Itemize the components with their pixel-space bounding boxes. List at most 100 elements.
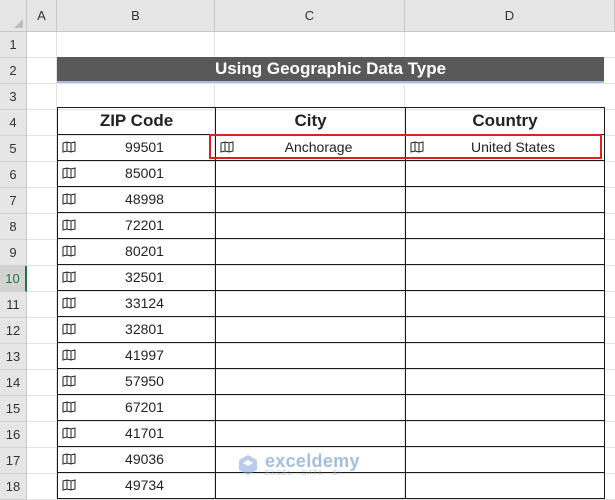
row-header-5[interactable]: 5 — [0, 136, 27, 162]
row-header-7[interactable]: 7 — [0, 188, 27, 214]
row-header-10[interactable]: 10 — [0, 266, 27, 292]
city-cell[interactable] — [215, 420, 406, 447]
country-cell[interactable] — [405, 212, 605, 239]
zip-code-cell-value: 41997 — [125, 347, 164, 363]
zip-code-cell-value: 48998 — [125, 191, 164, 207]
row-header-2[interactable]: 2 — [0, 58, 27, 84]
city-cell[interactable] — [215, 238, 406, 265]
country-cell[interactable] — [405, 264, 605, 291]
city-cell-value: Anchorage — [284, 139, 353, 155]
row-header-11[interactable]: 11 — [0, 292, 27, 318]
table-row: 67201 — [57, 394, 605, 421]
country-cell[interactable] — [405, 290, 605, 317]
row-header-6[interactable]: 6 — [0, 162, 27, 188]
row-header-1[interactable]: 1 — [0, 32, 27, 58]
zip-code-cell[interactable]: 48998 — [57, 186, 216, 213]
sheet-title: Using Geographic Data Type — [57, 57, 604, 83]
zip-code-cell[interactable]: 99501 — [57, 134, 216, 161]
row-header-8[interactable]: 8 — [0, 214, 27, 240]
select-all-corner[interactable] — [0, 0, 27, 32]
column-header-b[interactable]: B — [57, 0, 215, 32]
city-cell[interactable] — [215, 316, 406, 343]
row-header-18[interactable]: 18 — [0, 474, 27, 500]
zip-code-cell[interactable]: 32501 — [57, 264, 216, 291]
zip-code-cell[interactable]: 33124 — [57, 290, 216, 317]
row-header-9[interactable]: 9 — [0, 240, 27, 266]
zip-code-cell[interactable]: 85001 — [57, 160, 216, 187]
city-cell[interactable] — [215, 342, 406, 369]
city-cell[interactable] — [215, 212, 406, 239]
map-icon[interactable] — [220, 141, 234, 153]
map-icon[interactable] — [62, 297, 76, 309]
data-table: ZIP Code City Country 99501 Anchorage Unit… — [57, 107, 605, 499]
row-header-12[interactable]: 12 — [0, 318, 27, 344]
map-icon[interactable] — [62, 167, 76, 179]
watermark-tagline: EXCEL · DATA · BI — [265, 470, 341, 477]
row-header-4[interactable]: 4 — [0, 110, 27, 136]
country-cell[interactable]: United States — [405, 134, 605, 161]
map-icon[interactable] — [62, 219, 76, 231]
row-header-15[interactable]: 15 — [0, 396, 27, 422]
table-row: 33124 — [57, 290, 605, 317]
country-cell[interactable] — [405, 420, 605, 447]
map-icon[interactable] — [62, 271, 76, 283]
zip-code-header[interactable]: ZIP Code — [57, 107, 216, 135]
map-icon[interactable] — [62, 479, 76, 491]
country-cell[interactable] — [405, 238, 605, 265]
country-cell-value: United States — [470, 139, 556, 155]
city-cell[interactable] — [215, 368, 406, 395]
city-cell[interactable] — [215, 160, 406, 187]
row-header-17[interactable]: 17 — [0, 448, 27, 474]
city-cell[interactable] — [215, 290, 406, 317]
country-cell[interactable] — [405, 368, 605, 395]
zip-code-cell-value: 99501 — [125, 139, 164, 155]
zip-code-cell-value: 57950 — [125, 373, 164, 389]
country-cell[interactable] — [405, 160, 605, 187]
zip-code-cell[interactable]: 49036 — [57, 446, 216, 473]
zip-code-cell[interactable]: 67201 — [57, 394, 216, 421]
watermark: exceldemy EXCEL · DATA · BI — [237, 452, 360, 477]
map-icon[interactable] — [410, 141, 424, 153]
map-icon[interactable] — [62, 453, 76, 465]
map-icon[interactable] — [62, 323, 76, 335]
map-icon[interactable] — [62, 141, 76, 153]
country-cell[interactable] — [405, 446, 605, 473]
row-header-16[interactable]: 16 — [0, 422, 27, 448]
zip-code-cell[interactable]: 49734 — [57, 472, 216, 499]
table-row: 32501 — [57, 264, 605, 291]
zip-code-cell-value: 72201 — [125, 217, 164, 233]
zip-code-cell[interactable]: 57950 — [57, 368, 216, 395]
map-icon[interactable] — [62, 193, 76, 205]
zip-code-cell[interactable]: 41997 — [57, 342, 216, 369]
column-header-c[interactable]: C — [215, 0, 405, 32]
row-header-14[interactable]: 14 — [0, 370, 27, 396]
row-header-3[interactable]: 3 — [0, 84, 27, 110]
map-icon[interactable] — [62, 349, 76, 361]
map-icon[interactable] — [62, 245, 76, 257]
table-row: 41701 — [57, 420, 605, 447]
country-cell[interactable] — [405, 394, 605, 421]
country-cell[interactable] — [405, 186, 605, 213]
map-icon[interactable] — [62, 427, 76, 439]
city-header[interactable]: City — [215, 107, 406, 135]
zip-code-cell[interactable]: 72201 — [57, 212, 216, 239]
column-header-a[interactable]: A — [27, 0, 57, 32]
header-row: ZIP Code City Country — [57, 107, 605, 135]
city-cell[interactable] — [215, 394, 406, 421]
country-cell[interactable] — [405, 316, 605, 343]
zip-code-cell[interactable]: 41701 — [57, 420, 216, 447]
map-icon[interactable] — [62, 401, 76, 413]
city-cell[interactable] — [215, 186, 406, 213]
zip-code-cell[interactable]: 32801 — [57, 316, 216, 343]
column-header-d[interactable]: D — [405, 0, 615, 32]
city-cell[interactable] — [215, 264, 406, 291]
country-header[interactable]: Country — [405, 107, 605, 135]
map-icon[interactable] — [62, 375, 76, 387]
zip-code-cell-value: 49036 — [125, 451, 164, 467]
row-header-13[interactable]: 13 — [0, 344, 27, 370]
country-cell[interactable] — [405, 472, 605, 499]
zip-code-cell-value: 67201 — [125, 399, 164, 415]
zip-code-cell[interactable]: 80201 — [57, 238, 216, 265]
city-cell[interactable]: Anchorage — [215, 134, 406, 161]
country-cell[interactable] — [405, 342, 605, 369]
